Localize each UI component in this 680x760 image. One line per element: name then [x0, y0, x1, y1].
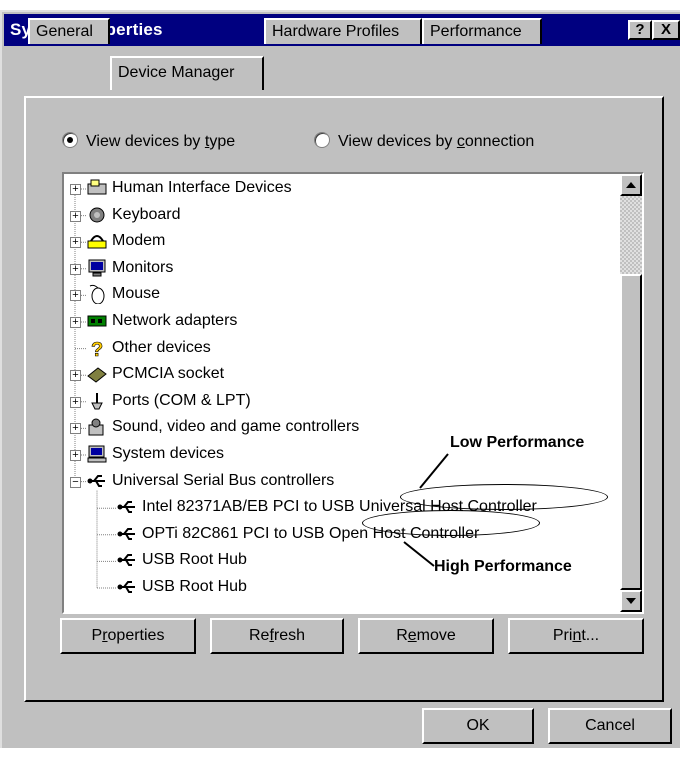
scroll-up-button[interactable] [620, 174, 642, 196]
expand-icon[interactable]: + [70, 184, 81, 195]
device-label: System devices [112, 445, 225, 462]
remove-label-a: R [396, 627, 408, 644]
radio-selected-icon [62, 132, 78, 148]
device-label: Ports (COM & LPT) [112, 391, 251, 409]
device-label: Monitors [112, 258, 174, 276]
system-devices-icon [86, 444, 108, 464]
hid-icon [86, 178, 108, 198]
network-adapter-icon [86, 311, 108, 331]
arrow-up-icon [626, 182, 636, 188]
ok-button[interactable]: OK [422, 708, 534, 744]
view-by-connection-label-b: onnection [464, 133, 535, 150]
device-label: PCMCIA socket [112, 365, 225, 383]
scroll-down-button[interactable] [620, 590, 642, 612]
system-properties-window: System Properties ? X General Device Man… [0, 10, 680, 748]
usb-icon [116, 497, 138, 517]
pcmcia-icon [86, 364, 108, 384]
collapse-icon[interactable]: − [70, 476, 81, 488]
expand-icon[interactable]: + [70, 423, 81, 435]
device-label: Network adapters [112, 312, 238, 329]
usb-icon [116, 550, 138, 570]
print-button[interactable]: Print... [508, 618, 644, 654]
expand-icon[interactable]: + [70, 290, 81, 302]
help-icon: ? [635, 21, 645, 38]
close-icon: X [660, 21, 671, 38]
port-icon [86, 391, 108, 411]
keyboard-icon [86, 205, 108, 225]
svg-text:?: ? [91, 339, 103, 358]
tab-general[interactable]: General [28, 18, 110, 44]
refresh-label-a: Re [248, 627, 270, 644]
question-mark-icon: ? [86, 338, 108, 361]
device-label: Keyboard [112, 205, 181, 223]
tab-hardware-profiles[interactable]: Hardware Profiles [264, 18, 422, 44]
device-label: Sound, video and game controllers [112, 418, 360, 436]
properties-button[interactable]: Properties [60, 618, 196, 654]
cancel-button[interactable]: Cancel [548, 708, 672, 744]
device-label: Modem [112, 232, 166, 250]
remove-button[interactable]: Remove [358, 618, 494, 654]
device-label: Other devices [112, 338, 211, 356]
print-accel: n [572, 627, 582, 644]
expand-icon[interactable]: + [70, 317, 81, 328]
tab-performance[interactable]: Performance [422, 18, 542, 44]
remove-label-b: move [416, 627, 456, 644]
expand-icon[interactable]: + [70, 237, 81, 249]
device-label: USB Root Hub [142, 551, 247, 569]
tab-hardware-profiles-label: Hardware Profiles [272, 23, 400, 40]
radio-unselected-icon [314, 132, 330, 148]
device-label: USB Root Hub [142, 578, 247, 595]
modem-icon [86, 231, 108, 251]
universal-host-controller-highlight [400, 484, 608, 510]
sound-icon [86, 417, 108, 437]
refresh-button[interactable]: Refresh [210, 618, 344, 654]
expand-icon[interactable]: + [70, 450, 81, 461]
close-button[interactable]: X [652, 20, 680, 40]
print-label-b: t... [581, 627, 600, 644]
high-performance-annotation: High Performance [434, 558, 572, 575]
tab-device-manager[interactable]: Device Manager [110, 56, 264, 90]
expand-icon[interactable]: + [70, 210, 81, 222]
usb-icon [86, 471, 108, 491]
view-by-type-radio[interactable]: View devices by type [62, 132, 235, 151]
device-tree-content: Human Interface Devices + Keyboard + Modem + M… [64, 174, 620, 612]
low-performance-annotation: Low Performance [450, 434, 585, 451]
usb-icon [116, 577, 138, 597]
expand-icon[interactable]: + [70, 370, 81, 382]
open-host-controller-highlight [362, 510, 540, 536]
refresh-label-b: resh [273, 627, 306, 644]
device-tree[interactable]: Human Interface Devices + Keyboard + Modem + M… [62, 172, 644, 614]
properties-label-a: P [91, 627, 103, 644]
view-by-connection-label-a: View devices by [338, 133, 457, 150]
device-label: Universal Serial Bus controllers [112, 471, 335, 489]
view-by-connection-accel: c [456, 133, 465, 150]
remove-accel: e [407, 627, 417, 644]
tab-general-label: General [36, 23, 93, 40]
usb-icon [116, 524, 138, 544]
help-button[interactable]: ? [628, 20, 652, 40]
mouse-icon [86, 284, 108, 305]
tab-performance-label: Performance [430, 23, 522, 40]
properties-label-b: operties [107, 627, 165, 644]
view-by-connection-radio[interactable]: View devices by connection [314, 132, 534, 151]
scroll-thumb[interactable] [620, 274, 642, 590]
view-by-type-label-b: ype [209, 133, 236, 150]
monitor-icon [86, 258, 108, 278]
expand-icon[interactable]: + [70, 263, 81, 275]
device-label: Mouse [112, 285, 161, 303]
view-by-type-label-a: View devices by [86, 133, 205, 150]
arrow-down-icon [626, 598, 636, 604]
vertical-scrollbar[interactable] [620, 174, 642, 612]
device-label: Human Interface Devices [112, 179, 292, 196]
expand-icon[interactable]: + [70, 396, 81, 408]
tab-device-manager-label: Device Manager [118, 64, 235, 81]
print-label-a: Pri [552, 627, 573, 644]
